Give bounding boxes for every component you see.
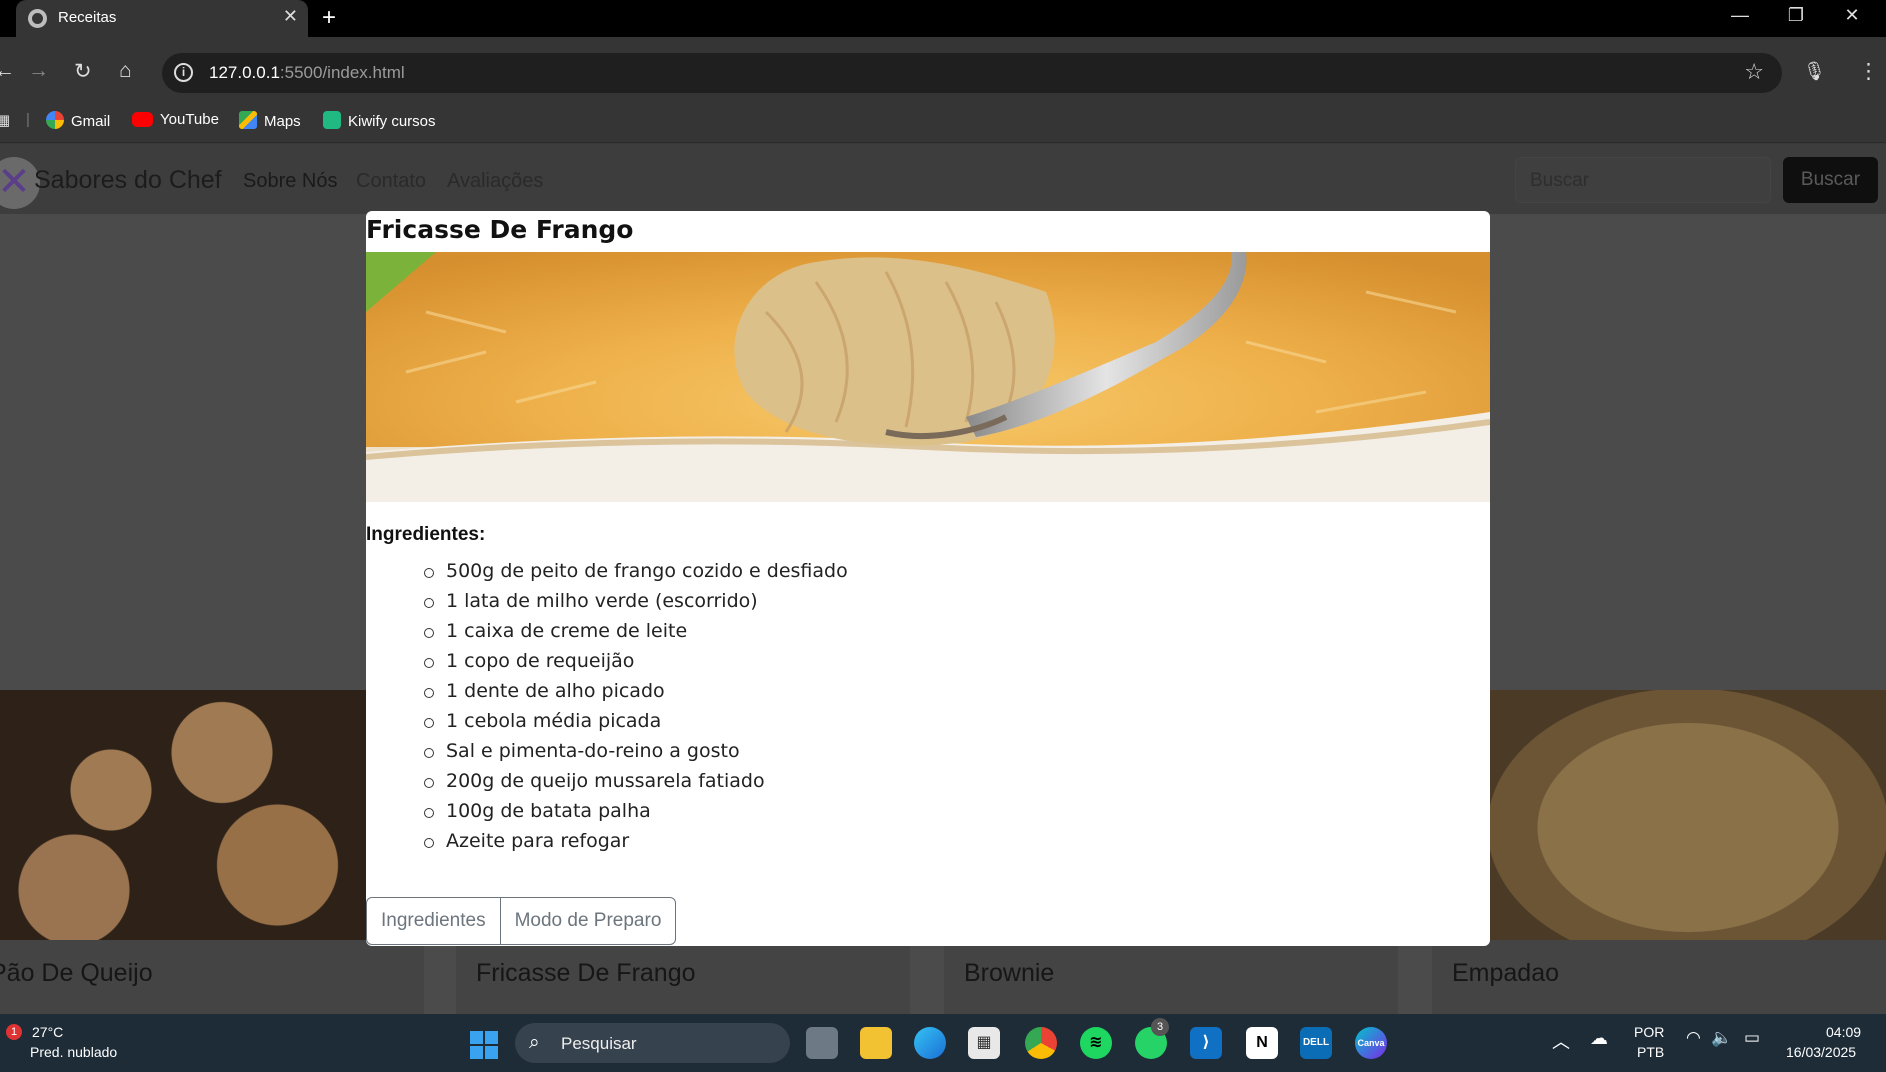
kiwify-icon	[323, 111, 341, 129]
address-bar[interactable]: i 127.0.0.1:5500/index.html ☆	[162, 53, 1782, 93]
weather-description[interactable]: Pred. nublado	[30, 1044, 117, 1060]
menu-kebab-icon[interactable]: ⋮	[1858, 59, 1879, 84]
restore-icon[interactable]: ❐	[1776, 5, 1816, 26]
site-search-button[interactable]: Buscar	[1783, 157, 1878, 203]
nav-contato[interactable]: Contato	[356, 170, 426, 193]
whatsapp-badge: 3	[1151, 1018, 1169, 1036]
notion-icon[interactable]: N	[1246, 1027, 1278, 1059]
bookmark-label: Kiwify cursos	[348, 113, 436, 130]
edge-icon[interactable]	[914, 1027, 946, 1059]
browser-tab-bar: Receitas ✕ + — ❐ ✕	[0, 0, 1886, 37]
ingredient-item: 1 cebola média picada	[424, 710, 848, 740]
site-navbar: ✕ Sabores do Chef Sobre Nós Contato Aval…	[0, 144, 1886, 214]
bookmark-star-icon[interactable]: ☆	[1744, 59, 1764, 85]
nav-sobre-nos[interactable]: Sobre Nós	[243, 170, 338, 193]
tab-title: Receitas	[58, 9, 117, 26]
ingredient-item: 100g de batata palha	[424, 800, 848, 830]
card-image-empadao[interactable]	[1490, 690, 1886, 940]
ingredients-list: 500g de peito de frango cozido e desfiad…	[424, 560, 848, 860]
close-tab-icon[interactable]: ✕	[283, 6, 298, 27]
url-host: 127.0.0.1	[209, 63, 280, 82]
canva-icon[interactable]: Canva	[1355, 1027, 1387, 1059]
ingredient-item: Azeite para refogar	[424, 830, 848, 860]
windows-start-icon[interactable]	[470, 1031, 498, 1059]
bookmark-label: YouTube	[160, 111, 219, 128]
voice-search-icon[interactable]: 🎙	[1803, 61, 1826, 82]
maps-icon	[239, 111, 257, 129]
nav-avaliacoes[interactable]: Avaliações	[447, 170, 543, 193]
bookmark-maps[interactable]: Maps	[239, 111, 301, 130]
browser-tab[interactable]: Receitas ✕	[16, 0, 308, 37]
task-view-icon[interactable]	[806, 1027, 838, 1059]
back-icon[interactable]: ←	[0, 59, 15, 83]
ingredient-item: 1 caixa de creme de leite	[424, 620, 848, 650]
url-path: :5500/index.html	[279, 63, 405, 82]
language-code[interactable]: POR	[1634, 1024, 1664, 1040]
bookmark-kiwify[interactable]: Kiwify cursos	[323, 111, 436, 130]
card-title: Empadao	[1452, 959, 1560, 987]
taskbar-search[interactable]: ⌕ Pesquisar	[515, 1023, 790, 1063]
bookmark-label: Maps	[264, 113, 301, 130]
clock-date[interactable]: 16/03/2025	[1786, 1044, 1856, 1060]
youtube-icon	[132, 112, 153, 127]
minimize-icon[interactable]: —	[1720, 5, 1760, 26]
battery-icon[interactable]: ▭	[1744, 1028, 1760, 1048]
ingredient-item: 1 copo de requeijão	[424, 650, 848, 680]
card-image-pao-de-queijo[interactable]	[0, 690, 370, 940]
weather-badge: 1	[6, 1024, 22, 1040]
vscode-icon[interactable]: ⟩	[1190, 1027, 1222, 1059]
tray-chevron-icon[interactable]: ︿	[1552, 1028, 1570, 1054]
url-text[interactable]: 127.0.0.1:5500/index.html	[209, 63, 405, 83]
dell-icon[interactable]: DELL	[1300, 1027, 1332, 1059]
site-info-icon[interactable]: i	[174, 63, 193, 82]
search-placeholder: Buscar	[1530, 170, 1590, 191]
browser-toolbar: ← → ↻ ⌂ i 127.0.0.1:5500/index.html ☆ 🎙 …	[0, 37, 1886, 143]
bookmarks-divider: |	[26, 111, 30, 128]
ingredient-item: 500g de peito de frango cozido e desfiad…	[424, 560, 848, 590]
site-brand[interactable]: Sabores do Chef	[34, 166, 222, 195]
wifi-icon[interactable]: ◠	[1686, 1028, 1701, 1048]
weather-temperature[interactable]: 27°C	[32, 1024, 63, 1040]
taskbar-search-label: Pesquisar	[561, 1034, 637, 1053]
fricasse-photo	[366, 252, 1490, 502]
store-icon[interactable]: ▦	[968, 1027, 1000, 1059]
file-explorer-icon[interactable]	[860, 1027, 892, 1059]
bookmark-youtube[interactable]: YouTube	[132, 111, 219, 128]
windows-taskbar: 1 27°C Pred. nublado ⌕ Pesquisar ▦ ≋ 3 ⟩…	[0, 1014, 1886, 1072]
ingredient-item: 1 lata de milho verde (escorrido)	[424, 590, 848, 620]
modal-title: Fricasse De Frango	[366, 215, 634, 244]
new-tab-icon[interactable]: +	[322, 4, 336, 32]
globe-icon	[28, 9, 47, 28]
google-icon	[46, 111, 64, 129]
ingredient-item: 200g de queijo mussarela fatiado	[424, 770, 848, 800]
volume-icon[interactable]: 🔈	[1711, 1028, 1732, 1048]
reload-icon[interactable]: ↻	[74, 59, 92, 84]
ingredients-heading: Ingredientes:	[366, 524, 486, 545]
ingredient-item: 1 dente de alho picado	[424, 680, 848, 710]
apps-grid-icon[interactable]: ▦	[0, 111, 10, 129]
chrome-icon[interactable]	[1025, 1027, 1057, 1059]
spotify-icon[interactable]: ≋	[1080, 1027, 1112, 1059]
recipe-image	[366, 252, 1490, 502]
ingredients-tab-button[interactable]: Ingredientes	[367, 898, 500, 944]
bookmark-label: Gmail	[71, 113, 111, 130]
keyboard-layout[interactable]: PTB	[1637, 1044, 1664, 1060]
ingredient-item: Sal e pimenta-do-reino a gosto	[424, 740, 848, 770]
recipe-modal: Fricasse De Frango Ingredientes: 500g de…	[366, 211, 1490, 946]
onedrive-icon[interactable]: ☁	[1590, 1028, 1608, 1049]
preparo-tab-button[interactable]: Modo de Preparo	[499, 898, 676, 944]
recipe-tab-buttons: Ingredientes Modo de Preparo	[366, 897, 677, 945]
card-title: Fricasse De Frango	[476, 959, 696, 987]
card-title: Pão De Queijo	[0, 959, 153, 987]
bookmark-gmail[interactable]: Gmail	[46, 111, 110, 130]
clock-time[interactable]: 04:09	[1826, 1024, 1861, 1040]
site-search-input[interactable]: Buscar	[1515, 157, 1771, 203]
search-icon: ⌕	[529, 1032, 540, 1053]
home-icon[interactable]: ⌂	[119, 59, 132, 83]
card-title: Brownie	[964, 959, 1055, 987]
forward-icon[interactable]: →	[28, 59, 49, 83]
close-window-icon[interactable]: ✕	[1832, 5, 1872, 26]
